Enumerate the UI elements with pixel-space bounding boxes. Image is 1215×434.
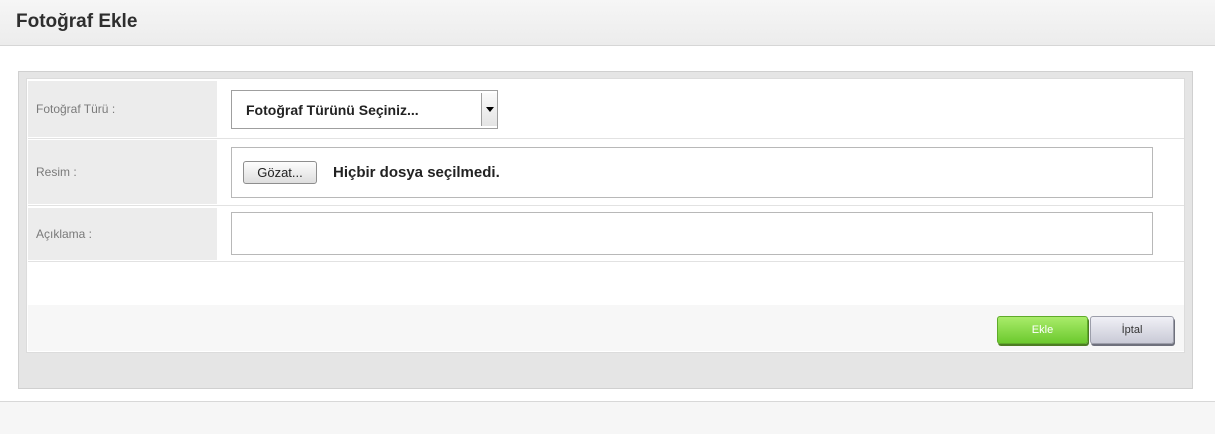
- page-footer: [0, 401, 1215, 434]
- image-file-input[interactable]: Gözat... Hiçbir dosya seçilmedi.: [231, 147, 1153, 198]
- file-status-text: Hiçbir dosya seçilmedi.: [333, 164, 500, 181]
- add-button[interactable]: Ekle: [997, 316, 1088, 344]
- row-divider: [28, 261, 1184, 262]
- image-label: Resim :: [28, 140, 217, 204]
- row-divider: [28, 138, 1184, 139]
- photo-type-label: Fotoğraf Türü :: [28, 81, 217, 137]
- photo-type-selected-value: Fotoğraf Türünü Seçiniz...: [246, 102, 419, 118]
- photo-type-select[interactable]: Fotoğraf Türünü Seçiniz...: [231, 90, 498, 129]
- description-label: Açıklama :: [28, 208, 217, 260]
- cancel-button[interactable]: İptal: [1090, 316, 1174, 344]
- chevron-down-icon: [485, 107, 494, 112]
- description-input[interactable]: [231, 212, 1153, 255]
- page-header: Fotoğraf Ekle: [0, 0, 1215, 46]
- browse-button[interactable]: Gözat...: [243, 161, 317, 184]
- row-divider: [28, 205, 1184, 206]
- select-dropdown-button[interactable]: [481, 93, 497, 126]
- page-title: Fotoğraf Ekle: [16, 11, 138, 32]
